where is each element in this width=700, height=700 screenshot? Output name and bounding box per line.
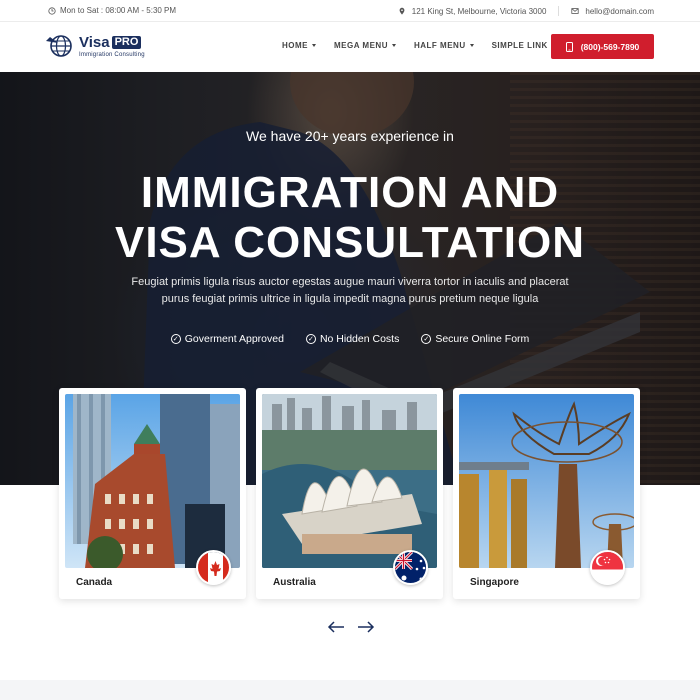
arrow-right-icon[interactable] — [356, 620, 376, 634]
site-header: Visa PRO Immigration Consulting HOME MEG… — [0, 22, 700, 72]
next-section-edge — [0, 680, 700, 700]
top-info-bar: Mon to Sat : 08:00 AM - 5:30 PM 121 King… — [0, 0, 700, 22]
mail-icon — [571, 8, 579, 14]
carousel-controls — [326, 620, 376, 634]
feature-label: Secure Online Form — [435, 333, 530, 345]
hero-kicker: We have 20+ years experience in — [246, 128, 454, 144]
australia-city-image — [262, 394, 437, 568]
nav-item-home[interactable]: HOME — [282, 41, 316, 50]
contact-info: 121 King St, Melbourne, Victoria 3000 he… — [398, 6, 654, 16]
main-nav: HOME MEGA MENU HALF MENU SIMPLE LINK — [282, 41, 566, 50]
destination-name: Australia — [273, 577, 316, 588]
feature-item: ✓ No Hidden Costs — [305, 333, 400, 345]
phone-button[interactable]: (800)-569-7890 — [551, 34, 654, 59]
hero-title: IMMIGRATION AND VISA CONSULTATION — [0, 168, 700, 268]
map-pin-icon — [399, 7, 405, 15]
address-text: 121 King St, Melbourne, Victoria 3000 — [411, 6, 547, 16]
hero-features: ✓ Goverment Approved ✓ No Hidden Costs ✓… — [0, 333, 700, 345]
logo-brand-text: Visa — [79, 33, 110, 51]
destination-card-singapore[interactable]: Singapore — [453, 388, 640, 599]
email-link[interactable]: hello@domain.com — [585, 7, 654, 16]
nav-item-mega-menu[interactable]: MEGA MENU — [334, 41, 396, 50]
logo-tagline: Immigration Consulting — [79, 51, 145, 58]
nav-item-simple-link[interactable]: SIMPLE LINK — [492, 41, 548, 50]
hero-title-line-1: IMMIGRATION AND — [140, 168, 560, 217]
chevron-down-icon — [312, 44, 316, 47]
chevron-down-icon — [391, 44, 396, 47]
nav-item-half-menu[interactable]: HALF MENU — [414, 41, 474, 50]
feature-label: Goverment Approved — [184, 333, 284, 345]
divider — [558, 6, 560, 16]
opening-hours: Mon to Sat : 08:00 AM - 5:30 PM — [48, 6, 176, 15]
canada-city-image — [65, 394, 240, 568]
singapore-flag-icon — [590, 550, 625, 585]
feature-label: No Hidden Costs — [319, 333, 400, 345]
check-circle-icon: ✓ — [170, 334, 181, 344]
logo[interactable]: Visa PRO Immigration Consulting — [46, 33, 145, 59]
arrow-left-icon[interactable] — [326, 620, 346, 634]
globe-plane-icon — [46, 35, 72, 57]
nav-item-label: HOME — [282, 41, 308, 50]
opening-hours-text: Mon to Sat : 08:00 AM - 5:30 PM — [60, 6, 177, 15]
chevron-down-icon — [469, 44, 474, 47]
destination-card-australia[interactable]: Australia — [256, 388, 443, 599]
check-circle-icon: ✓ — [421, 334, 432, 344]
feature-item: ✓ Goverment Approved — [170, 333, 284, 345]
destination-name: Canada — [76, 577, 113, 588]
singapore-city-image — [459, 394, 634, 568]
check-circle-icon: ✓ — [305, 334, 316, 344]
destination-card-canada[interactable]: Canada — [59, 388, 246, 599]
hero-title-line-2: VISA CONSULTATION — [114, 218, 586, 267]
nav-item-label: HALF MENU — [413, 41, 466, 50]
phone-number: (800)-569-7890 — [580, 41, 640, 52]
destination-name: Singapore — [470, 577, 519, 588]
logo-badge: PRO — [111, 35, 142, 49]
hero-description: Feugiat primis ligula risus auctor egest… — [131, 276, 569, 305]
nav-item-label: MEGA MENU — [334, 41, 388, 50]
clock-icon — [48, 6, 56, 15]
nav-item-label: SIMPLE LINK — [491, 41, 548, 50]
canada-flag-icon — [196, 550, 231, 585]
phone-icon — [565, 41, 573, 52]
australia-flag-icon — [393, 550, 428, 585]
feature-item: ✓ Secure Online Form — [421, 333, 529, 345]
